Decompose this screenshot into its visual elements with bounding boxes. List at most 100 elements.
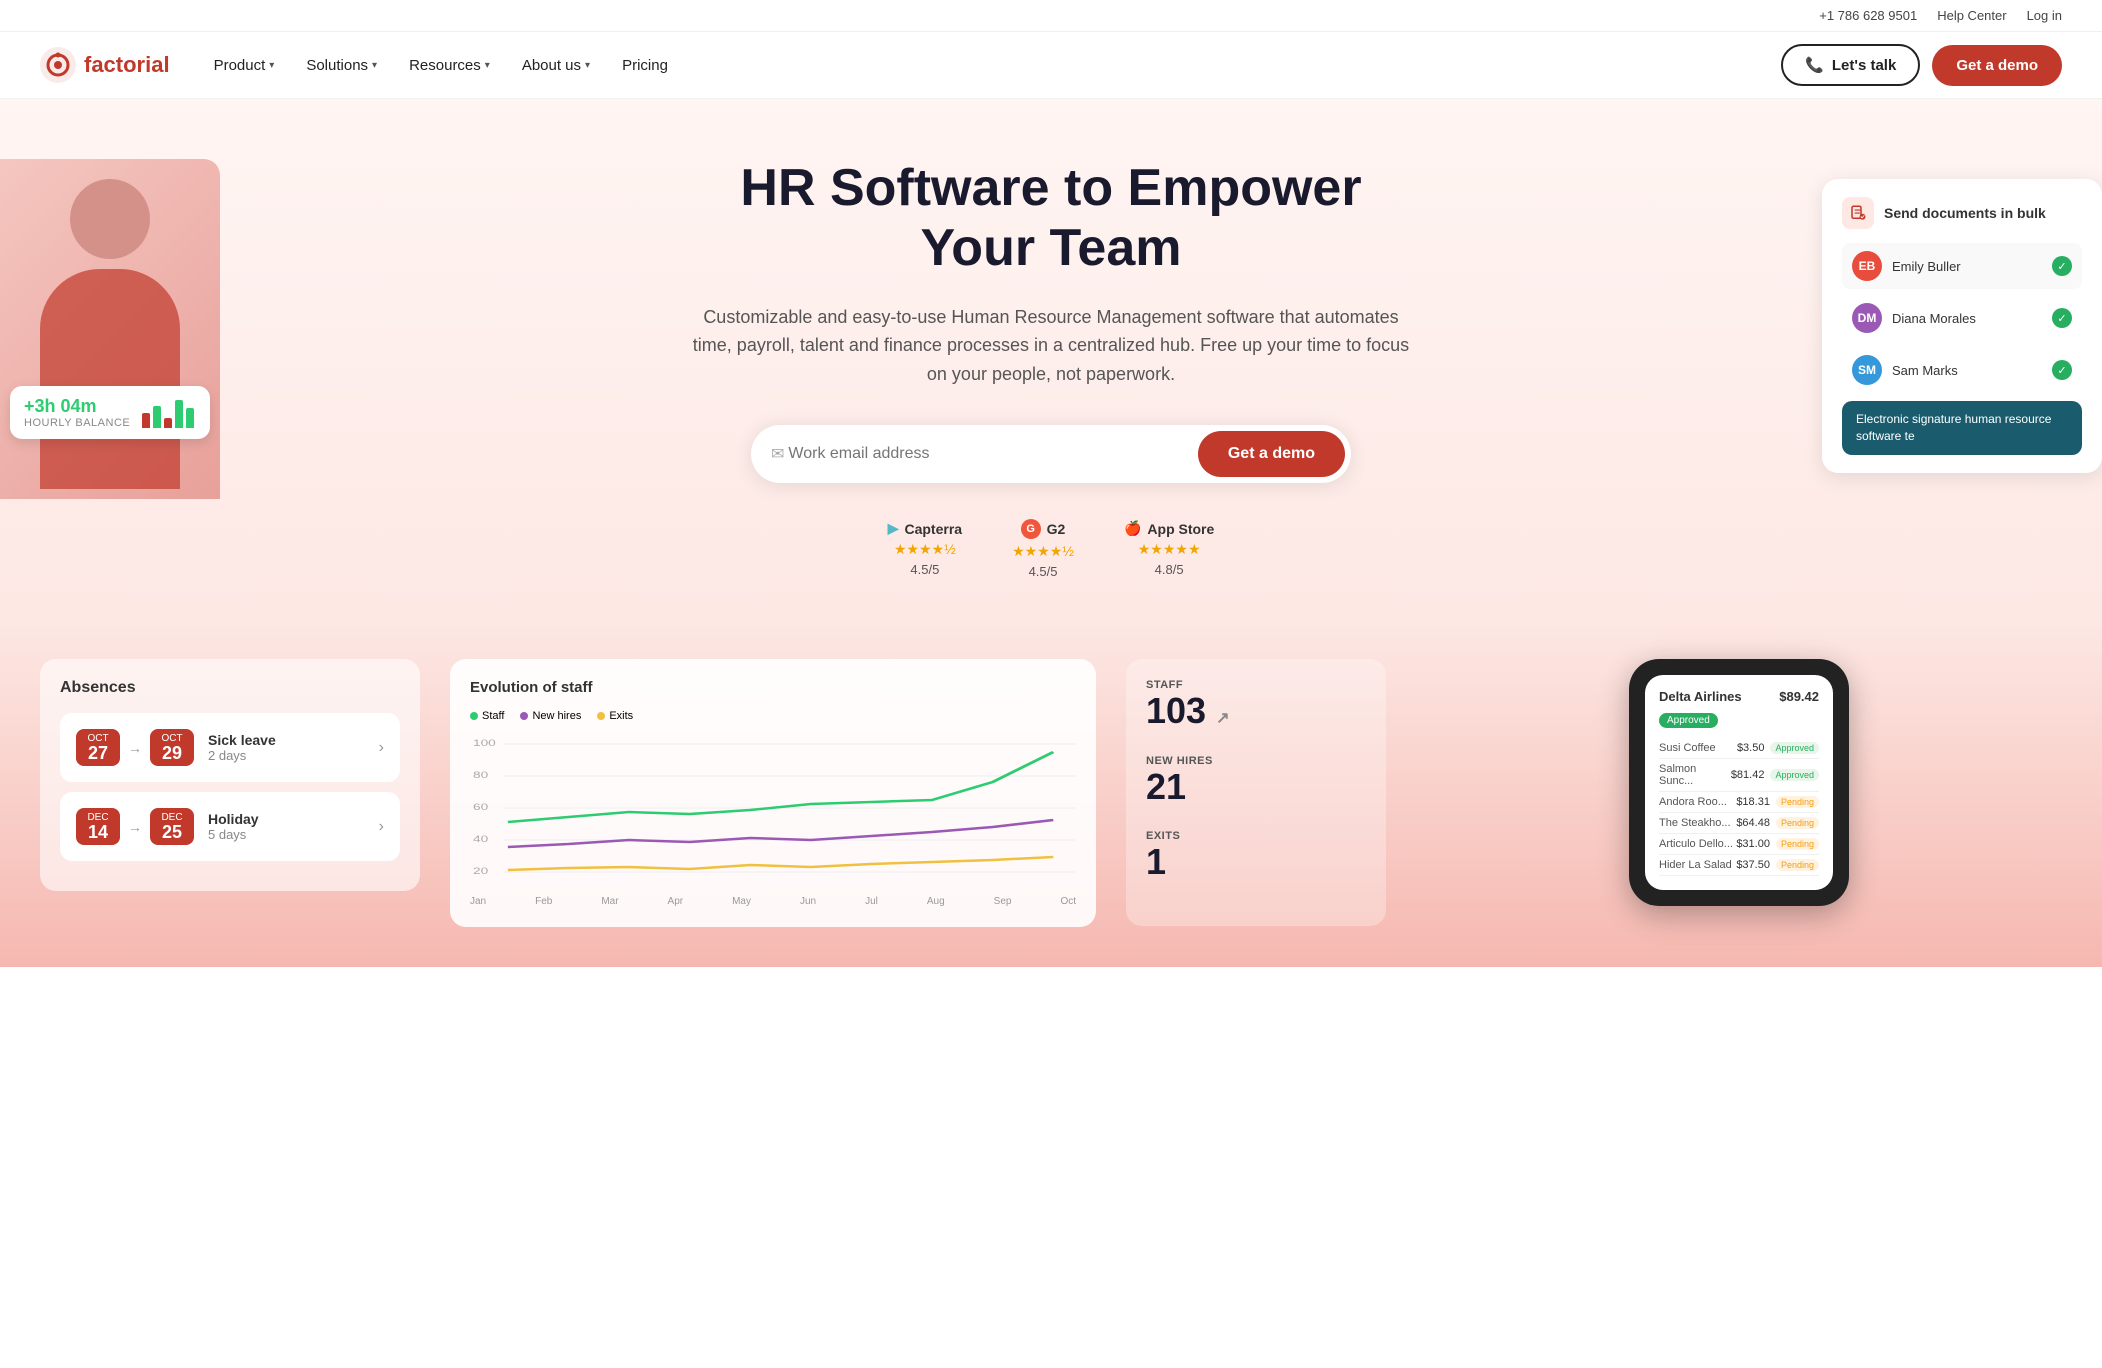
nav-product[interactable]: Product ▾ [200, 49, 289, 82]
stat-exits-label: EXITS [1146, 830, 1366, 842]
chevron-down-icon: ▾ [372, 60, 377, 71]
person-row-sam: SM Sam Marks ✓ [1842, 347, 2082, 393]
docs-title: Send documents in bulk [1884, 205, 2046, 221]
legend-exits: Exits [597, 710, 633, 722]
signature-text: Electronic signature human resource soft… [1856, 412, 2051, 443]
absences-card: Absences OCT 27 → OCT 29 Sick leave 2 da… [40, 659, 420, 891]
top-bar: +1 786 628 9501 Help Center Log in [0, 0, 2102, 32]
person-row-diana: DM Diana Morales ✓ [1842, 295, 2082, 341]
absence-info-holiday: Holiday 5 days [208, 811, 365, 842]
absence-days-sick: 2 days [208, 748, 365, 763]
nav-about[interactable]: About us ▾ [508, 49, 604, 82]
hero-title: HR Software to Empower Your Team [691, 159, 1411, 279]
lets-talk-button[interactable]: 📞 Let's talk [1781, 44, 1920, 86]
absence-chevron[interactable]: › [379, 739, 384, 757]
from-date-holiday: DEC 14 [76, 808, 120, 845]
from-date-sick: OCT 27 [76, 729, 120, 766]
date-range-holiday: DEC 14 → DEC 25 [76, 808, 194, 845]
absence-info-sick: Sick leave 2 days [208, 732, 365, 763]
evolution-card: Evolution of staff Staff New hires Exits… [450, 659, 1096, 927]
person-name-diana: Diana Morales [1892, 311, 2042, 326]
phone-card: Delta Airlines $89.42 Approved Susi Coff… [1416, 659, 2062, 906]
phone-number: +1 786 628 9501 [1819, 8, 1917, 23]
appstore-rating: 🍎 App Store ★★★★★ 4.8/5 [1124, 520, 1214, 577]
svg-text:80: 80 [473, 771, 488, 780]
hero-content: HR Software to Empower Your Team Customi… [691, 159, 1411, 579]
nav-resources[interactable]: Resources ▾ [395, 49, 504, 82]
chevron-down-icon: ▾ [269, 60, 274, 71]
docs-icon [1842, 197, 1874, 229]
to-date-sick: OCT 29 [150, 729, 194, 766]
expense-row: Hider La Salad $37.50 Pending [1659, 855, 1819, 876]
legend-dot-newhires [520, 712, 528, 720]
apple-icon: 🍎 [1124, 520, 1141, 537]
person-row-emily: EB Emily Buller ✓ [1842, 243, 2082, 289]
to-date-holiday: DEC 25 [150, 808, 194, 845]
hourly-balance-badge: +3h 04m HOURLY BALANCE [10, 386, 210, 439]
stats-card: STAFF 103 ↗ NEW HIRES 21 EXITS 1 [1126, 659, 1386, 926]
expense-row: Susi Coffee $3.50 Approved [1659, 738, 1819, 759]
legend-dot-exits [597, 712, 605, 720]
stat-exits-value: 1 [1146, 842, 1366, 882]
stat-newhires: NEW HIRES 21 [1146, 755, 1366, 807]
login-link[interactable]: Log in [2027, 8, 2062, 23]
get-demo-hero-button[interactable]: Get a demo [1198, 431, 1345, 477]
capterra-score: 4.5/5 [910, 562, 939, 577]
date-range-sick: OCT 27 → OCT 29 [76, 729, 194, 766]
lower-section: Absences OCT 27 → OCT 29 Sick leave 2 da… [0, 619, 2102, 967]
stat-hires-value: 21 [1146, 767, 1366, 807]
logo[interactable]: factorial [40, 47, 170, 83]
email-input[interactable] [788, 445, 1197, 463]
stat-hires-label: NEW HIRES [1146, 755, 1366, 767]
g2-score: 4.5/5 [1029, 564, 1058, 579]
check-sam: ✓ [2052, 360, 2072, 380]
expense-row: Andora Roo... $18.31 Pending [1659, 792, 1819, 813]
signature-badge: Electronic signature human resource soft… [1842, 401, 2082, 455]
evolution-title: Evolution of staff [470, 679, 1076, 696]
svg-text:100: 100 [473, 739, 496, 748]
nav-solutions[interactable]: Solutions ▾ [292, 49, 391, 82]
expense-company: Delta Airlines [1659, 689, 1742, 704]
absence-item-sick: OCT 27 → OCT 29 Sick leave 2 days › [60, 713, 400, 782]
expense-amount: $89.42 [1779, 689, 1819, 704]
g2-icon: G [1021, 519, 1041, 539]
g2-stars: ★★★★½ [1012, 543, 1074, 560]
expense-row: Salmon Sunc... $81.42 Approved [1659, 759, 1819, 792]
arrow-icon: → [128, 740, 142, 756]
logo-text: factorial [84, 52, 170, 78]
staff-trend: ↗ [1216, 710, 1229, 727]
nav-pricing[interactable]: Pricing [608, 49, 682, 82]
hourly-label: HOURLY BALANCE [24, 417, 130, 429]
appstore-stars: ★★★★★ [1138, 541, 1201, 558]
help-center-link[interactable]: Help Center [1937, 8, 2006, 23]
docs-header: Send documents in bulk [1842, 197, 2082, 229]
stat-exits: EXITS 1 [1146, 830, 1366, 882]
avatar-emily: EB [1852, 251, 1882, 281]
check-emily: ✓ [2052, 256, 2072, 276]
expense-row: The Steakho... $64.48 Pending [1659, 813, 1819, 834]
bar-chart [142, 398, 194, 428]
appstore-score: 4.8/5 [1155, 562, 1184, 577]
svg-text:40: 40 [473, 835, 488, 844]
absence-type-holiday: Holiday [208, 811, 365, 827]
ratings: ▶ Capterra ★★★★½ 4.5/5 G G2 ★★★★½ 4.5/5 … [691, 519, 1411, 579]
nav-actions: 📞 Let's talk Get a demo [1781, 44, 2062, 86]
avatar-diana: DM [1852, 303, 1882, 333]
absence-item-holiday: DEC 14 → DEC 25 Holiday 5 days › [60, 792, 400, 861]
check-diana: ✓ [2052, 308, 2072, 328]
chart-x-labels: JanFebMarApr MayJunJulAug SepOct [470, 896, 1076, 907]
person-name-sam: Sam Marks [1892, 363, 2042, 378]
hero-section: +3h 04m HOURLY BALANCE HR Software to Em… [0, 99, 2102, 619]
person-card [0, 159, 220, 499]
absence-chevron[interactable]: › [379, 818, 384, 836]
capterra-rating: ▶ Capterra ★★★★½ 4.5/5 [888, 520, 962, 577]
stat-staff: STAFF 103 ↗ [1146, 679, 1366, 731]
nav-links: Product ▾ Solutions ▾ Resources ▾ About … [200, 49, 1782, 82]
absence-days-holiday: 5 days [208, 827, 365, 842]
docs-card: Send documents in bulk EB Emily Buller ✓… [1822, 179, 2102, 473]
svg-text:20: 20 [473, 867, 488, 876]
hourly-time: +3h 04m [24, 396, 130, 417]
expense-row: Articulo Dello... $31.00 Pending [1659, 834, 1819, 855]
get-demo-nav-button[interactable]: Get a demo [1932, 45, 2062, 86]
hero-subtitle: Customizable and easy-to-use Human Resou… [691, 303, 1411, 389]
